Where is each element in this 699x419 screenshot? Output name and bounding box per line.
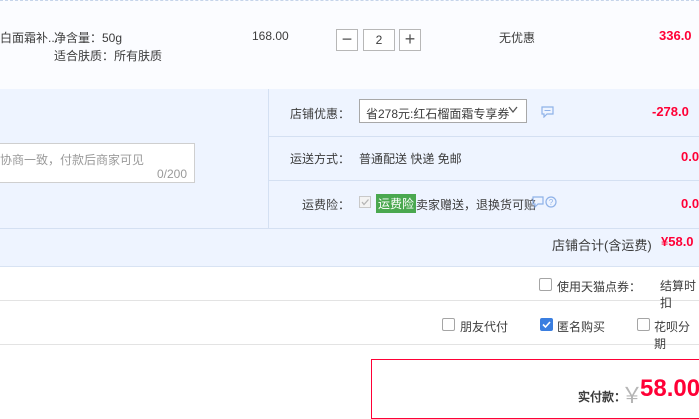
message-counter: 0/200 — [157, 167, 188, 181]
insurance-badge: 运费险 — [376, 194, 417, 213]
divider — [268, 89, 269, 228]
points-label: 使用天猫点券： — [557, 280, 642, 294]
insurance-checkbox[interactable] — [359, 196, 371, 208]
anonymous-label: 匿名购买 — [557, 320, 606, 334]
friend-pay-label: 朋友代付 — [460, 320, 509, 334]
spec-skin-type: 适合肤质：所有肤质 — [54, 49, 163, 63]
item-discount: 无优惠 — [499, 31, 536, 45]
points-checkbox[interactable] — [539, 278, 552, 291]
shipping-value: 普通配送 快递 免邮 — [359, 152, 462, 166]
product-name[interactable]: 白面霜补... — [0, 29, 58, 46]
shop-total-label: 店铺合计(含运费) — [552, 238, 652, 253]
huabei-checkbox[interactable] — [637, 318, 650, 331]
friend-pay-checkbox[interactable] — [442, 318, 455, 331]
item-subtotal: 336.0 — [659, 28, 692, 43]
quantity-input[interactable]: 2 — [363, 29, 395, 51]
qty-decrease-button[interactable]: − — [336, 29, 358, 51]
coupon-label: 店铺优惠： — [290, 107, 351, 121]
points-settle-text: 结算时扣 — [660, 279, 697, 310]
qty-increase-button[interactable]: + — [399, 29, 421, 51]
message-icon[interactable] — [541, 106, 554, 118]
shipping-label: 运送方式： — [290, 152, 351, 166]
message-placeholder: 协商一致，付款后商家可见 — [0, 153, 145, 167]
divider — [0, 344, 699, 345]
divider — [0, 300, 699, 301]
divider — [269, 180, 699, 181]
huabei-label: 花呗分期 — [654, 320, 691, 351]
divider — [269, 136, 699, 137]
shipping-amount: 0.0 — [681, 149, 699, 164]
svg-text:?: ? — [549, 198, 554, 207]
insurance-amount: 0.0 — [681, 196, 699, 211]
insurance-text: 卖家赠送，退换货可赔 — [416, 198, 537, 212]
payment-label: 实付款： — [578, 390, 627, 404]
chevron-down-icon — [508, 106, 518, 114]
unit-price: 168.00 — [252, 29, 289, 43]
message-icon[interactable] — [532, 196, 544, 208]
anonymous-checkbox[interactable] — [540, 318, 553, 331]
shop-total-value: ¥58.0 — [661, 234, 694, 249]
insurance-label: 运费险： — [302, 198, 351, 212]
payment-amount: 58.00 — [640, 375, 699, 402]
divider — [0, 228, 699, 229]
coupon-select-value: 省278元:红石榴面霜专享券 — [366, 107, 510, 121]
coupon-amount: -278.0 — [652, 104, 689, 119]
help-icon[interactable]: ? — [545, 196, 557, 208]
spec-net-content: 净含量：50g — [54, 31, 123, 45]
